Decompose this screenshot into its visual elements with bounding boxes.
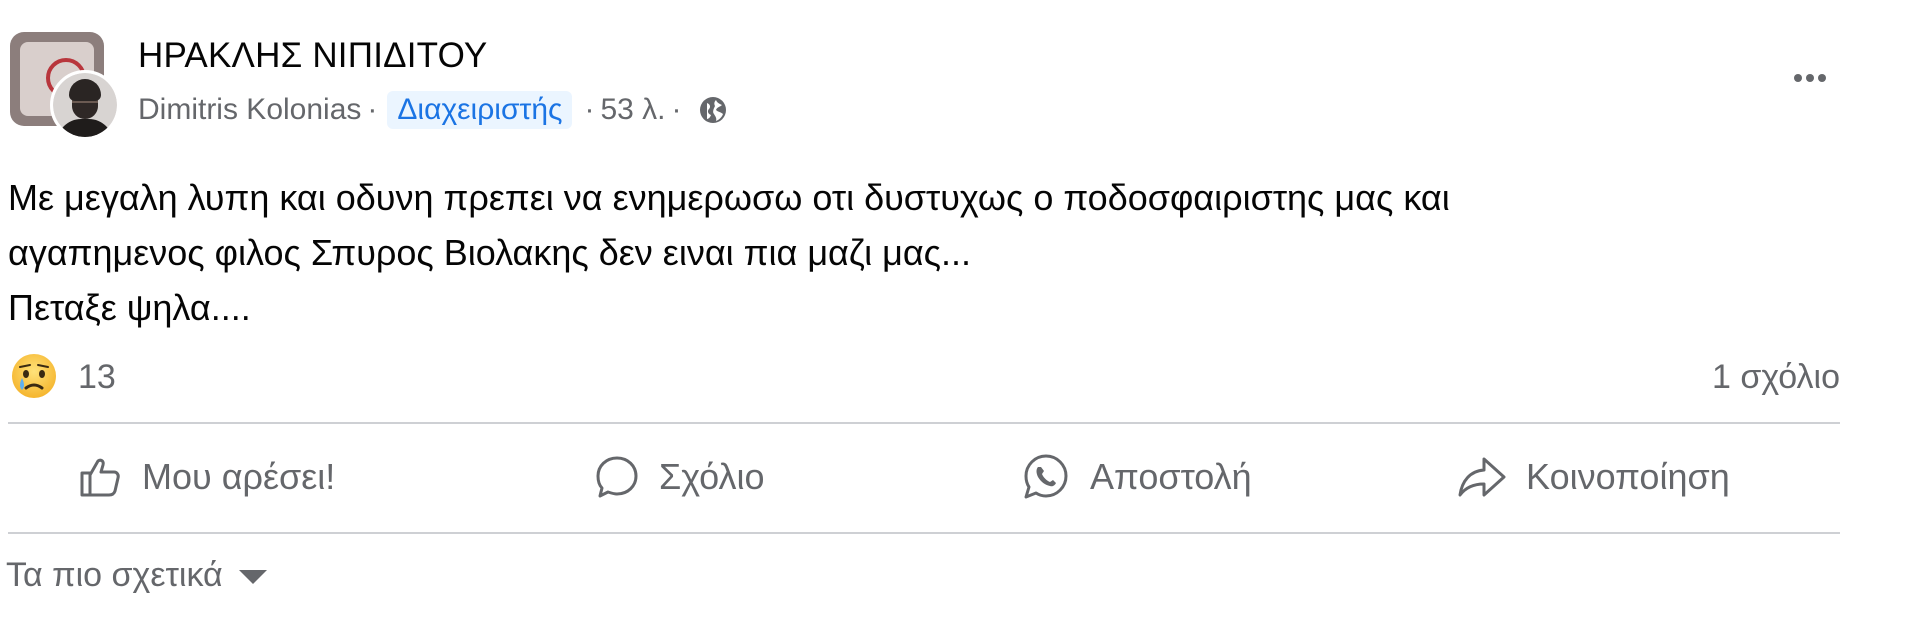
post-actions: Μου αρέσει! Σχόλιο Αποστολή Κοινοποίηση bbox=[8, 428, 1840, 526]
group-name-link[interactable]: ΗΡΑΚΛΗΣ ΝΙΠΙΔΙΤΟΥ bbox=[138, 36, 487, 76]
reactions-bar: 13 1 σχόλιο bbox=[10, 350, 1840, 400]
avatar-group[interactable] bbox=[10, 32, 120, 140]
send-button[interactable]: Αποστολή bbox=[1020, 428, 1252, 526]
like-button[interactable]: Μου αρέσει! bbox=[76, 428, 335, 526]
author-name-link[interactable]: Dimitris Kolonias bbox=[138, 93, 361, 127]
more-dot-icon bbox=[1818, 74, 1826, 82]
meta-separator: · bbox=[367, 93, 378, 126]
facebook-post: ΗΡΑΚΛΗΣ ΝΙΠΙΔΙΤΟΥ Dimitris Kolonias · Δι… bbox=[0, 0, 1920, 644]
caret-down-icon bbox=[238, 570, 267, 584]
meta-separator: · bbox=[584, 93, 595, 126]
sad-crying-emoji-icon[interactable] bbox=[10, 352, 58, 400]
share-label: Κοινοποίηση bbox=[1526, 456, 1730, 497]
comment-bubble-icon bbox=[596, 456, 638, 498]
post-body: Με μεγαλη λυπη και οδυνη πρεπει να ενημε… bbox=[8, 170, 1828, 335]
post-body-line: αγαπημενος φιλος Σπυρος Βιολακης δεν ειν… bbox=[8, 232, 971, 273]
post-header: ΗΡΑΚΛΗΣ ΝΙΠΙΔΙΤΟΥ Dimitris Kolonias · Δι… bbox=[10, 30, 1840, 140]
comments-filter-dropdown[interactable]: Τα πιο σχετικά bbox=[6, 556, 267, 598]
more-dot-icon bbox=[1806, 74, 1814, 82]
post-body-line: Με μεγαλη λυπη και οδυνη πρεπει να ενημε… bbox=[8, 177, 1450, 218]
share-button[interactable]: Κοινοποίηση bbox=[1456, 428, 1730, 526]
globe-icon[interactable] bbox=[698, 95, 728, 125]
author-avatar[interactable] bbox=[50, 70, 120, 140]
comments-filter-label: Τα πιο σχετικά bbox=[6, 556, 223, 594]
meta-separator: · bbox=[671, 93, 682, 126]
comments-count-link[interactable]: 1 σχόλιο bbox=[1712, 358, 1840, 397]
avatar-hair bbox=[69, 79, 101, 101]
divider bbox=[8, 532, 1840, 534]
like-label: Μου αρέσει! bbox=[142, 456, 336, 497]
comment-button[interactable]: Σχόλιο bbox=[593, 428, 765, 526]
share-arrow-icon bbox=[1458, 457, 1506, 497]
send-label: Αποστολή bbox=[1090, 456, 1252, 497]
author-avatar-image bbox=[53, 73, 117, 137]
post-body-line: Πεταξε ψηλα.... bbox=[8, 287, 251, 328]
whatsapp-icon bbox=[1024, 454, 1068, 499]
more-dot-icon bbox=[1794, 74, 1802, 82]
more-options-button[interactable] bbox=[1780, 60, 1840, 96]
avatar-beard bbox=[72, 103, 98, 119]
divider bbox=[8, 422, 1840, 424]
reaction-count[interactable]: 13 bbox=[78, 358, 116, 397]
post-timestamp[interactable]: 53 λ. bbox=[600, 93, 665, 127]
post-meta: Dimitris Kolonias · Διαχειριστής · 53 λ.… bbox=[138, 88, 728, 132]
avatar-shoulders bbox=[57, 119, 113, 137]
admin-badge[interactable]: Διαχειριστής bbox=[387, 91, 573, 129]
thumbs-up-icon bbox=[80, 458, 120, 497]
comment-label: Σχόλιο bbox=[659, 456, 765, 497]
